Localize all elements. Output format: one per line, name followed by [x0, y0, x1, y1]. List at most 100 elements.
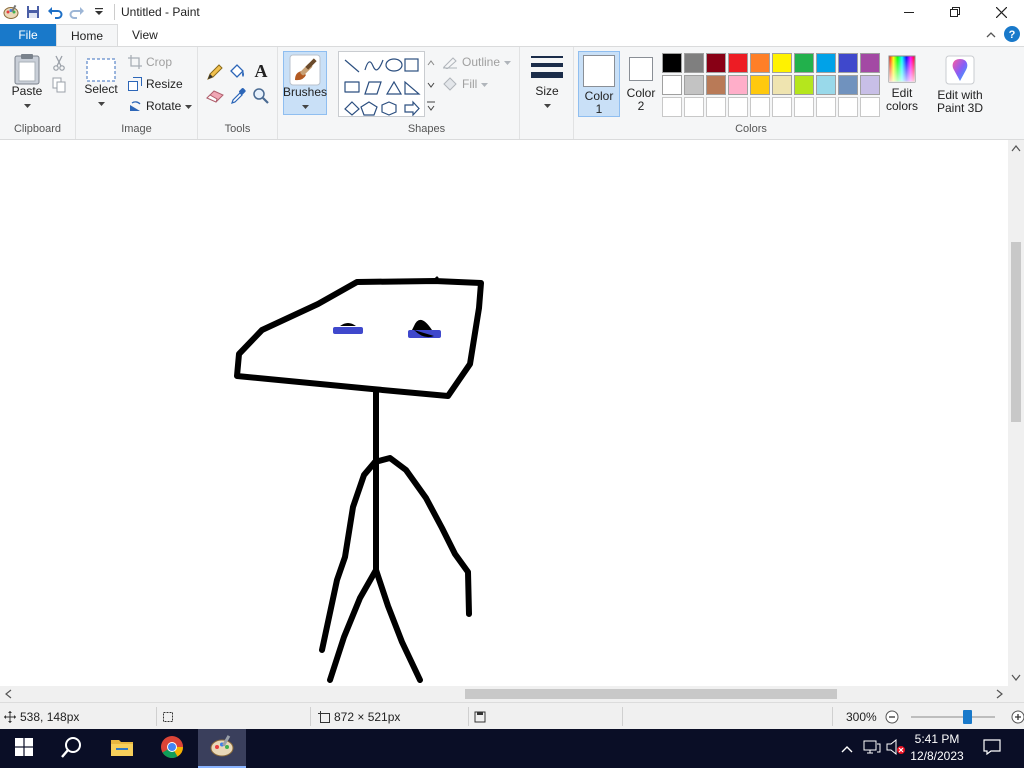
rotate-button[interactable]: Rotate — [128, 99, 193, 113]
custom-color-slot[interactable] — [772, 97, 792, 117]
restore-button[interactable] — [932, 0, 978, 24]
custom-color-slot[interactable] — [684, 97, 704, 117]
eraser-icon[interactable] — [206, 89, 224, 103]
crop-button[interactable]: Crop — [128, 55, 172, 69]
drawing-canvas[interactable] — [0, 140, 1008, 686]
color2-button[interactable]: Color 2 — [622, 57, 660, 113]
right-arm — [372, 455, 472, 617]
paint3d-line2: Paint 3D — [936, 101, 984, 115]
pencil-icon[interactable] — [206, 63, 224, 81]
custom-color-slot[interactable] — [860, 97, 880, 117]
palette-swatch[interactable] — [772, 53, 792, 73]
zoom-in-icon[interactable] — [1011, 710, 1024, 724]
custom-color-slot[interactable] — [816, 97, 836, 117]
tab-view[interactable]: View — [118, 24, 172, 46]
canvas-workspace[interactable] — [0, 140, 1008, 686]
notification-icon — [983, 739, 1001, 758]
tab-file[interactable]: File — [0, 24, 56, 46]
shapes-gallery — [338, 51, 436, 117]
zoom-out-icon[interactable] — [885, 710, 899, 724]
chrome-button[interactable] — [148, 729, 196, 768]
close-button[interactable] — [978, 0, 1024, 24]
image-group-label: Image — [121, 123, 152, 135]
custom-color-slot[interactable] — [794, 97, 814, 117]
zoom-slider-thumb[interactable] — [962, 709, 972, 724]
search-button[interactable] — [48, 729, 96, 768]
collapse-ribbon-icon[interactable] — [986, 28, 996, 42]
color-picker-icon[interactable] — [230, 87, 246, 105]
customize-dropdown-icon[interactable] — [88, 1, 110, 23]
color1-button[interactable]: Color 1 — [578, 51, 620, 117]
palette-swatch[interactable] — [684, 53, 704, 73]
palette-swatch[interactable] — [816, 53, 836, 73]
custom-color-slot[interactable] — [750, 97, 770, 117]
palette-swatch[interactable] — [728, 53, 748, 73]
select-dropdown-icon — [97, 96, 105, 110]
minimize-button[interactable] — [886, 0, 932, 24]
palette-swatch[interactable] — [662, 53, 682, 73]
scroll-up-arrow — [1011, 145, 1021, 152]
help-icon[interactable]: ? — [1004, 25, 1020, 45]
tab-home[interactable]: Home — [56, 24, 119, 46]
size-button[interactable]: Size — [528, 55, 566, 112]
cut-icon[interactable] — [52, 55, 66, 71]
taskbar-clock[interactable]: 5:41 PM 12/8/2023 — [902, 731, 972, 765]
left-eye-pupil — [340, 323, 356, 326]
file-explorer-button[interactable] — [98, 729, 146, 768]
fill-button[interactable]: Fill — [442, 77, 489, 91]
resize-label: Resize — [146, 77, 183, 91]
line-size-icon — [530, 55, 564, 85]
palette-swatch[interactable] — [860, 75, 880, 95]
redo-icon[interactable] — [66, 1, 88, 23]
horizontal-scrollbar[interactable] — [0, 686, 1008, 702]
select-label: Select — [84, 82, 118, 96]
save-icon[interactable] — [22, 1, 44, 23]
palette-swatch[interactable] — [706, 53, 726, 73]
brush-icon — [289, 54, 321, 86]
paint-taskbar-button[interactable] — [198, 729, 246, 768]
shapes-gallery-scroll[interactable] — [424, 51, 436, 117]
ribbon-tabs: File Home View ? — [0, 24, 1024, 46]
custom-color-slot[interactable] — [706, 97, 726, 117]
vertical-scrollbar[interactable] — [1008, 140, 1024, 686]
vertical-scroll-thumb — [1011, 242, 1021, 422]
palette-swatch[interactable] — [794, 53, 814, 73]
custom-color-slot[interactable] — [838, 97, 858, 117]
paste-button[interactable]: Paste — [8, 53, 46, 112]
text-icon[interactable]: A — [252, 61, 270, 81]
palette-swatch[interactable] — [728, 75, 748, 95]
resize-button[interactable]: Resize — [128, 77, 183, 91]
magnifier-icon[interactable] — [252, 87, 270, 105]
copy-icon[interactable] — [52, 77, 66, 93]
custom-color-slot[interactable] — [728, 97, 748, 117]
custom-color-slot[interactable] — [662, 97, 682, 117]
shapes-gallery-icons[interactable] — [339, 52, 435, 117]
palette-swatch[interactable] — [816, 75, 836, 95]
palette-swatch[interactable] — [706, 75, 726, 95]
select-button[interactable]: Select — [82, 57, 120, 110]
zoom-slider[interactable] — [910, 709, 995, 724]
show-hidden-icons-button[interactable] — [838, 729, 856, 768]
notifications-button[interactable] — [976, 729, 1008, 768]
palette-swatch[interactable] — [838, 53, 858, 73]
fill-label: Fill — [462, 77, 478, 91]
clipboard-group: Paste Clipboard — [0, 47, 76, 139]
palette-swatch[interactable] — [794, 75, 814, 95]
palette-swatch[interactable] — [750, 53, 770, 73]
fill-bucket-icon[interactable] — [228, 63, 246, 81]
brushes-button[interactable]: Brushes — [283, 51, 327, 115]
edit-colors-button[interactable]: Edit colors — [882, 55, 922, 113]
palette-swatch[interactable] — [750, 75, 770, 95]
undo-icon[interactable] — [44, 1, 66, 23]
paint-app-icon[interactable] — [0, 1, 22, 23]
paint3d-button[interactable]: Edit with Paint 3D — [932, 55, 988, 115]
palette-swatch[interactable] — [662, 75, 682, 95]
palette-swatch[interactable] — [838, 75, 858, 95]
network-button[interactable] — [860, 729, 884, 768]
palette-swatch[interactable] — [860, 53, 880, 73]
palette-swatch[interactable] — [772, 75, 792, 95]
outline-button[interactable]: Outline — [442, 55, 512, 69]
palette-swatch[interactable] — [684, 75, 704, 95]
start-button[interactable] — [0, 729, 48, 768]
color1-swatch — [583, 55, 615, 87]
